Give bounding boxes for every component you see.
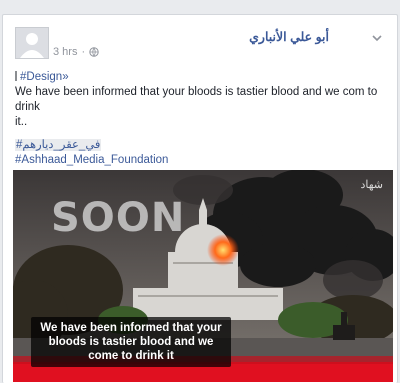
post-line: We have been informed that your bloods i… <box>15 86 378 113</box>
avatar[interactable] <box>15 27 49 59</box>
meta-separator: · <box>81 46 86 58</box>
hashtag-arabic[interactable]: #في_عقر_ديارهم <box>15 139 102 151</box>
post-text: #Design» We have been informed that your… <box>15 70 391 168</box>
post-image[interactable]: SOON شهاد We have been informed that you… <box>13 170 393 382</box>
hashtag-design[interactable]: #Design» <box>20 71 69 83</box>
watermark-logo: شهاد <box>360 179 383 191</box>
post-line: it.. <box>15 116 28 128</box>
default-avatar-icon <box>16 28 48 58</box>
chevron-down-icon[interactable] <box>371 33 383 43</box>
quote-bar <box>15 71 17 81</box>
hashtag-foundation[interactable]: #Ashhaad_Media_Foundation <box>15 154 168 166</box>
post-meta: 3 hrs · <box>53 46 99 58</box>
post-time[interactable]: 3 hrs <box>53 46 77 58</box>
soon-text: SOON <box>51 195 186 241</box>
globe-icon[interactable] <box>89 47 99 57</box>
post-card: أبو علي الأنباري 3 hrs · #Design» We hav… <box>2 14 398 383</box>
author-name[interactable]: أبو علي الأنباري <box>249 29 329 44</box>
image-caption: We have been informed that your bloods i… <box>31 317 231 367</box>
